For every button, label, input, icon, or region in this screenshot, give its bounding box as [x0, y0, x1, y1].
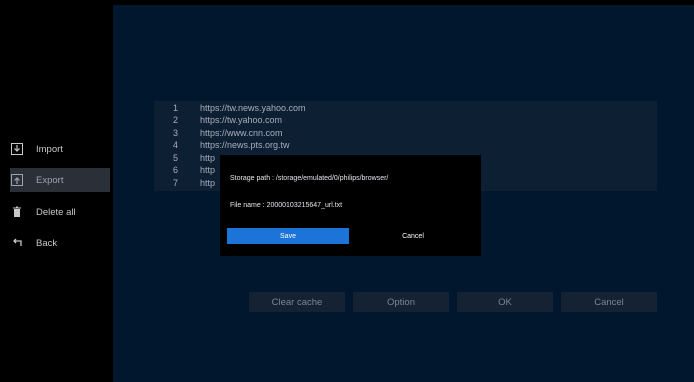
file-name-text: File name : 20000103215647_url.txt	[230, 202, 343, 209]
storage-path-text: Storage path : /storage/emulated/0/phili…	[230, 175, 389, 182]
list-item[interactable]: 7 http	[154, 177, 215, 189]
url-text: https://tw.yahoo.com	[200, 115, 283, 126]
sidebar-item-label: Back	[36, 237, 58, 249]
url-number: 6	[172, 165, 178, 176]
url-number: 5	[172, 152, 178, 163]
list-item[interactable]: 5 http	[154, 152, 215, 164]
cancel-button[interactable]: Cancel	[561, 292, 657, 312]
back-icon	[10, 236, 24, 250]
list-item[interactable]: 6 http	[154, 165, 215, 177]
list-item[interactable]: 2 https://tw.yahoo.com	[154, 115, 282, 127]
list-item[interactable]: 3 https://www.cnn.com	[154, 127, 283, 139]
sidebar-item-import[interactable]: Import	[10, 137, 110, 161]
ok-button[interactable]: OK	[457, 292, 553, 312]
screen: Import Export Delete all Back 1 https://…	[0, 0, 694, 382]
list-item[interactable]: 4 https://news.pts.org.tw	[154, 140, 290, 152]
sidebar: Import Export Delete all Back	[0, 0, 113, 382]
url-text: http	[200, 177, 216, 188]
url-text: https://news.pts.org.tw	[200, 140, 290, 151]
save-button[interactable]: Save	[227, 228, 349, 244]
export-icon	[10, 173, 24, 187]
clear-cache-button[interactable]: Clear cache	[249, 292, 345, 312]
url-number: 4	[172, 140, 178, 151]
url-text: http	[200, 152, 216, 163]
url-number: 7	[172, 177, 178, 188]
dialog-cancel-button[interactable]: Cancel	[352, 228, 474, 244]
option-button[interactable]: Option	[353, 292, 449, 312]
import-icon	[10, 142, 24, 156]
url-number: 3	[172, 127, 178, 138]
url-number: 2	[172, 115, 178, 126]
url-text: http	[200, 165, 216, 176]
list-item[interactable]: 1 https://tw.news.yahoo.com	[154, 102, 306, 114]
sidebar-item-export[interactable]: Export	[10, 168, 110, 192]
url-number: 1	[172, 102, 178, 113]
url-text: https://www.cnn.com	[200, 127, 283, 138]
sidebar-item-label: Export	[36, 174, 64, 186]
sidebar-item-delete-all[interactable]: Delete all	[10, 200, 110, 224]
sidebar-item-label: Import	[36, 143, 63, 155]
sidebar-item-back[interactable]: Back	[10, 231, 110, 255]
sidebar-item-label: Delete all	[36, 206, 76, 218]
trash-icon	[10, 205, 24, 219]
url-text: https://tw.news.yahoo.com	[200, 102, 306, 113]
